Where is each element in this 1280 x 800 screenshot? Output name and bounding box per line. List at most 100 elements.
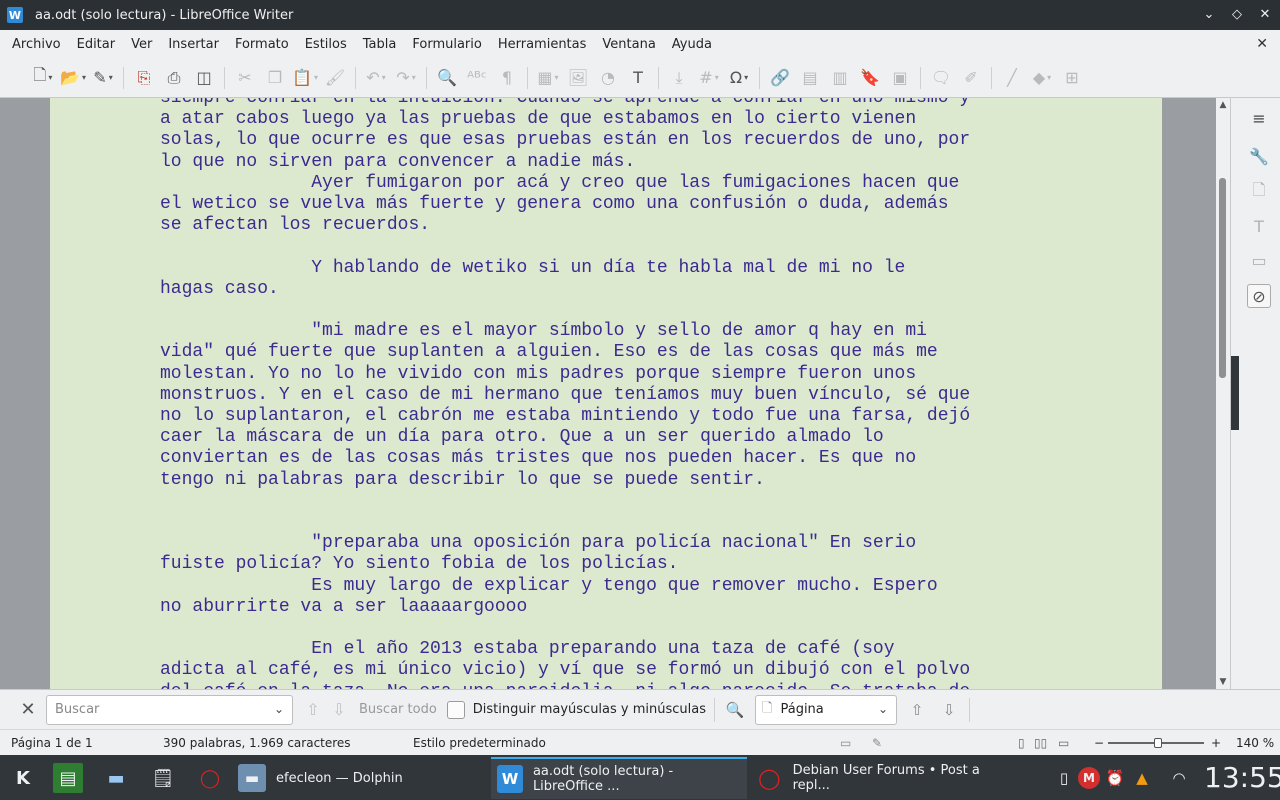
new-document-icon[interactable]: 🗋 ▾ — [31, 65, 55, 90]
find-replace-icon[interactable]: 🔍 — [435, 66, 459, 90]
print-preview-icon[interactable]: ◫ — [192, 66, 216, 90]
page-style-status[interactable]: Estilo predeterminado — [413, 736, 546, 750]
document-line[interactable]: vida" qué fuerte que suplanten a alguien… — [160, 342, 1020, 363]
menu-herramientas[interactable]: Herramientas — [490, 37, 595, 52]
document-line[interactable]: monstruos. Y en el caso de mi hermano qu… — [160, 385, 1020, 406]
navigator-icon[interactable]: ⊘ — [1247, 284, 1271, 308]
battery-icon[interactable]: ▯ — [1053, 767, 1075, 789]
chevron-down-icon[interactable]: ⌄ — [274, 702, 284, 716]
document-line[interactable]: molestan. Yo no lo he vivido con mis pad… — [160, 364, 1020, 385]
redo-icon[interactable]: ↷ ▾ — [394, 66, 418, 90]
endnote-icon[interactable]: ▥ — [828, 66, 852, 90]
selection-mode-icon[interactable]: ▭ — [840, 736, 851, 750]
undo-icon[interactable]: ↶ ▾ — [364, 66, 388, 90]
menu-formato[interactable]: Formato — [227, 37, 297, 52]
document-line[interactable]: conviertan es de las cosas más tristes q… — [160, 448, 1020, 469]
print-icon[interactable]: ⎙ — [162, 66, 186, 90]
search-scope-select[interactable]: 🗋 Página ⌄ — [755, 694, 898, 725]
insert-page-break-icon[interactable]: ⤓ — [667, 66, 691, 90]
more-options-icon[interactable]: ⊞ — [1060, 66, 1084, 90]
notes-launcher-icon[interactable]: 🗒 — [148, 763, 178, 793]
insert-field-icon[interactable]: # ▾ — [697, 66, 721, 90]
gallery-icon[interactable]: ▭ — [1247, 248, 1271, 272]
document-line[interactable] — [160, 512, 1020, 533]
zoom-slider-knob[interactable] — [1154, 738, 1162, 748]
basic-shapes-icon[interactable]: ◆ ▾ — [1030, 66, 1054, 90]
styles-icon[interactable]: T — [1247, 214, 1271, 238]
document-line[interactable]: "mi madre es el mayor símbolo y sello de… — [160, 321, 1020, 342]
track-changes-icon[interactable]: ✐ — [959, 66, 983, 90]
document-line[interactable] — [160, 300, 1020, 321]
vertical-scrollbar[interactable]: ▲ ▼ — [1216, 98, 1230, 689]
document-line[interactable]: Ayer fumigaron por acá y creo que las fu… — [160, 173, 1020, 194]
single-page-view-icon[interactable]: ▯ — [1018, 736, 1025, 750]
task-writer[interactable]: W aa.odt (solo lectura) - LibreOffice ..… — [491, 757, 747, 799]
alarm-clock-icon[interactable]: ⏰ — [1104, 767, 1126, 789]
menu-formulario[interactable]: Formulario — [404, 37, 489, 52]
cross-reference-icon[interactable]: ▣ — [888, 66, 912, 90]
export-pdf-icon[interactable]: ⎘ — [132, 66, 156, 90]
zoom-level[interactable]: 140 % — [1236, 736, 1274, 750]
match-case-checkbox[interactable] — [446, 700, 465, 719]
menu-ventana[interactable]: Ventana — [594, 37, 663, 52]
zoom-out-button[interactable]: − — [1094, 736, 1104, 750]
find-next-icon[interactable]: ⇩ — [327, 698, 351, 722]
bookmark-icon[interactable]: 🔖 — [858, 66, 882, 90]
insert-chart-icon[interactable]: ◔ — [596, 66, 620, 90]
find-replace-icon[interactable]: 🔍 — [723, 698, 747, 722]
insert-textbox-icon[interactable]: T — [626, 66, 650, 90]
find-previous-icon[interactable]: ⇧ — [301, 698, 325, 722]
menu-ver[interactable]: Ver — [123, 37, 160, 52]
scroll-down-icon[interactable]: ▼ — [1218, 677, 1228, 687]
document-line[interactable]: a atar cabos luego ya las pruebas de que… — [160, 109, 1020, 130]
document-line[interactable]: solas, lo que ocurre es que esas pruebas… — [160, 130, 1020, 151]
comment-icon[interactable]: 🗨 — [929, 66, 953, 90]
next-page-icon[interactable]: ⇩ — [937, 698, 961, 722]
document-line[interactable]: hagas caso. — [160, 279, 1020, 300]
close-find-bar-icon[interactable]: ✕ — [16, 698, 40, 722]
book-view-icon[interactable]: ▭ — [1058, 736, 1069, 750]
close-document-icon[interactable]: ✕ — [1256, 36, 1268, 52]
special-character-icon[interactable]: Ω ▾ — [727, 66, 751, 90]
scroll-up-icon[interactable]: ▲ — [1218, 100, 1228, 110]
insert-image-icon[interactable]: 🖼 — [566, 66, 590, 90]
kde-launcher-icon[interactable]: K — [8, 763, 38, 793]
document-line[interactable]: caer la máscara de un día para otro. Que… — [160, 427, 1020, 448]
clone-formatting-icon[interactable]: 🖌 — [323, 66, 347, 90]
document-text[interactable]: siempre confiar en la intuición. Cuando … — [160, 98, 1020, 689]
network-icon[interactable]: ◠ — [1168, 767, 1190, 789]
page-icon[interactable]: 🗋 — [1247, 180, 1271, 204]
find-all-button[interactable]: Buscar todo — [359, 702, 437, 717]
document-line[interactable] — [160, 491, 1020, 512]
menu-archivo[interactable]: Archivo — [4, 37, 69, 52]
document-line[interactable] — [160, 236, 1020, 257]
close-window-icon[interactable]: ✕ — [1258, 8, 1272, 22]
mega-icon[interactable]: M — [1078, 767, 1100, 789]
scrollbar-thumb[interactable] — [1219, 178, 1226, 378]
match-case-label[interactable]: Distinguir mayúsculas y minúsculas — [473, 702, 706, 717]
document-line[interactable]: fuiste policía? Yo siento fobia de los p… — [160, 554, 1020, 575]
document-line[interactable]: no lo suplantaron, el cabrón me estaba m… — [160, 406, 1020, 427]
document-line[interactable]: lo que no sirven para convencer a nadie … — [160, 152, 1020, 173]
document-area[interactable]: siempre confiar en la intuición. Cuando … — [0, 98, 1216, 689]
task-opera[interactable]: ◯ Debian User Forums • Post a repl... — [750, 757, 1010, 799]
opera-launcher-icon[interactable]: ◯ — [195, 763, 225, 793]
menu-editar[interactable]: Editar — [69, 37, 124, 52]
document-line[interactable]: Es muy largo de explicar y tengo que rem… — [160, 576, 1020, 597]
insert-table-icon[interactable]: ▦ ▾ — [536, 66, 560, 90]
document-line[interactable]: adicta al café, es mi único vicio) y ví … — [160, 660, 1020, 681]
spelling-icon[interactable]: ᴬᴮᶜ — [465, 66, 489, 90]
document-line[interactable]: el wetico se vuelva más fuerte y genera … — [160, 194, 1020, 215]
document-line[interactable]: no aburrirte va a ser laaaaargoooo — [160, 597, 1020, 618]
menu-estilos[interactable]: Estilos — [297, 37, 355, 52]
zoom-in-button[interactable]: + — [1211, 736, 1221, 750]
document-line[interactable]: tengo ni palabras para describir lo que … — [160, 470, 1020, 491]
edit-document-icon[interactable]: ✎ ▾ — [91, 66, 115, 90]
maximize-icon[interactable]: ◇ — [1230, 8, 1244, 22]
desktop-pager-icon[interactable]: ▤ — [53, 763, 83, 793]
open-folder-icon[interactable]: 📂 ▾ — [60, 66, 86, 90]
insert-line-icon[interactable]: ╱ — [1000, 66, 1024, 90]
copy-icon[interactable]: ❐ — [263, 66, 287, 90]
search-input[interactable]: Buscar ⌄ — [46, 694, 293, 725]
properties-icon[interactable]: 🔧 — [1247, 144, 1271, 168]
